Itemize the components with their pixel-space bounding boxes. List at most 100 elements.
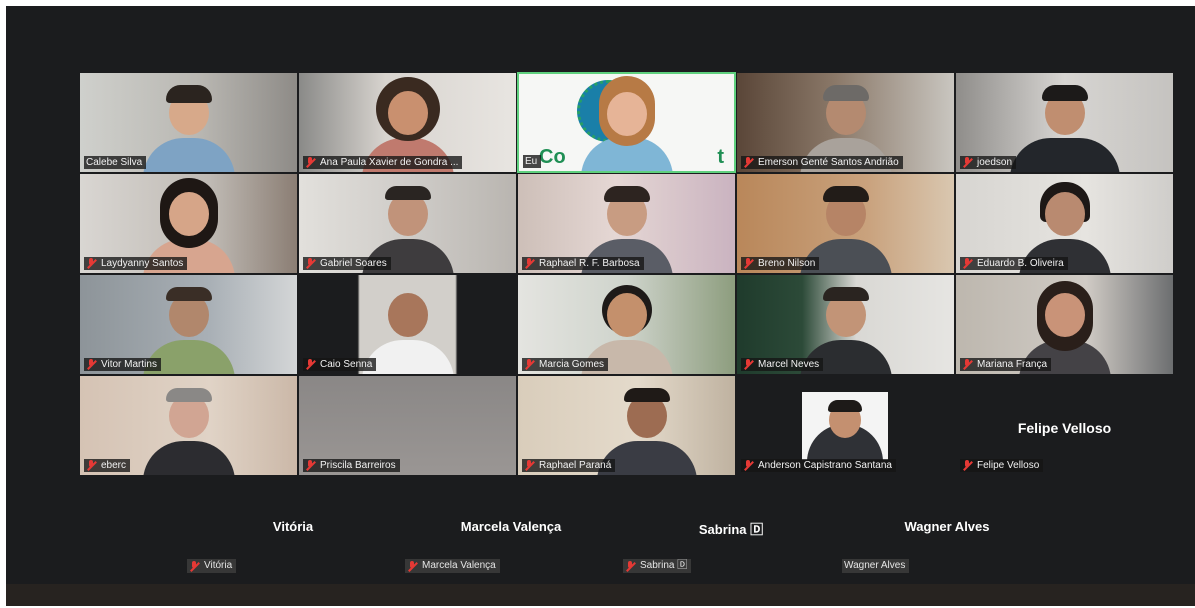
muted-mic-icon	[962, 157, 973, 168]
participant-name: Vitória	[204, 560, 233, 571]
video-tile[interactable]: joedson	[955, 72, 1174, 173]
muted-mic-icon	[189, 560, 200, 572]
participant-name-tag: Gabriel Soares	[303, 257, 391, 270]
participant-name: joedson	[977, 157, 1013, 168]
muted-mic-icon	[625, 560, 636, 572]
meeting-window: Calebe Silva Ana Paula Xavier de Gondra …	[6, 6, 1195, 606]
participant-name-tag: Eduardo B. Oliveira	[960, 257, 1068, 270]
participant-display-name: Sabrina 🄳	[698, 522, 764, 537]
participant-name: Calebe Silva	[86, 157, 143, 168]
muted-mic-icon	[962, 258, 973, 269]
participant-name-tag: Raphael R. F. Barbosa	[522, 257, 644, 270]
muted-mic-icon	[305, 157, 316, 168]
participant-name: Gabriel Soares	[320, 258, 387, 269]
participant-name: Emerson Genté Santos Andrião	[758, 157, 899, 168]
participant-name: Breno Nilson	[758, 258, 816, 269]
participant-name-tag: Caio Senna	[303, 358, 377, 371]
video-tile[interactable]: Emerson Genté Santos Andrião	[736, 72, 955, 173]
toolbar-strip	[6, 584, 1195, 606]
video-tile[interactable]: Felipe Velloso Felipe Velloso	[955, 375, 1174, 476]
participant-name: Raphael R. F. Barbosa	[539, 258, 640, 269]
participant-name-tag[interactable]: Sabrina 🄳	[623, 559, 692, 573]
video-tile[interactable]: Raphael Paraná	[517, 375, 736, 476]
participant-name-tag: eberc	[84, 459, 131, 472]
participant-display-name: Marcela Valença	[460, 519, 562, 534]
participant-name-tag: Vitor Martins	[84, 358, 161, 371]
muted-mic-icon	[86, 359, 97, 370]
participant-name: eberc	[101, 460, 127, 471]
participant-name: Felipe Velloso	[977, 460, 1040, 471]
video-tile[interactable]: Breno Nilson	[736, 173, 955, 274]
participant-name: Eu	[525, 156, 538, 167]
participant-name: Ana Paula Xavier de Gondra ...	[320, 157, 459, 168]
video-gallery: Calebe Silva Ana Paula Xavier de Gondra …	[79, 72, 1174, 476]
participant-name-tag: Laydyanny Santos	[84, 257, 188, 270]
participant-name-tag: Anderson Capistrano Santana	[741, 459, 896, 472]
participant-name: Vitor Martins	[101, 359, 157, 370]
participant-name: Marcel Neves	[758, 359, 820, 370]
participant-display-name: Vitória	[272, 519, 314, 534]
video-tile[interactable]: Marcia Gomes	[517, 274, 736, 375]
participant-name-tag: Priscila Barreiros	[303, 459, 400, 472]
participant-name-tag: Eu	[523, 155, 542, 168]
video-tile[interactable]: Gabriel Soares	[298, 173, 517, 274]
muted-mic-icon	[743, 460, 754, 471]
participant-name-tag[interactable]: Wagner Alves	[842, 559, 910, 573]
participant-display-name: Wagner Alves	[904, 519, 990, 534]
participant-name-tag: Raphael Paraná	[522, 459, 616, 472]
video-tile-active-speaker[interactable]: Co t Eu	[517, 72, 736, 173]
video-tile[interactable]: Ana Paula Xavier de Gondra ...	[298, 72, 517, 173]
participant-name-tag: Marcia Gomes	[522, 358, 609, 371]
participant-name-tag: Calebe Silva	[84, 156, 147, 169]
participant-name-tag: Felipe Velloso	[960, 459, 1044, 472]
video-tile[interactable]: Priscila Barreiros	[298, 375, 517, 476]
participant-name: Raphael Paraná	[539, 460, 612, 471]
participant-name-tag: Mariana França	[960, 358, 1052, 371]
participant-name: Mariana França	[977, 359, 1048, 370]
video-tile[interactable]: Marcel Neves	[736, 274, 955, 375]
participant-name: Marcia Gomes	[539, 359, 605, 370]
muted-mic-icon	[86, 460, 97, 471]
muted-mic-icon	[305, 359, 316, 370]
video-tile[interactable]: Caio Senna	[298, 274, 517, 375]
participant-name: Priscila Barreiros	[320, 460, 396, 471]
muted-mic-icon	[524, 460, 535, 471]
muted-mic-icon	[743, 157, 754, 168]
participant-name: Caio Senna	[320, 359, 373, 370]
muted-mic-icon	[305, 258, 316, 269]
video-tile[interactable]: Mariana França	[955, 274, 1174, 375]
muted-mic-icon	[524, 258, 535, 269]
participant-name: Laydyanny Santos	[101, 258, 184, 269]
participant-name-tag[interactable]: Vitória	[187, 559, 237, 573]
video-tile[interactable]: eberc	[79, 375, 298, 476]
participant-name: Marcela Valença	[422, 560, 496, 571]
muted-mic-icon	[305, 460, 316, 471]
muted-mic-icon	[962, 460, 973, 471]
participant-display-name: Felipe Velloso	[1017, 420, 1112, 436]
logo-text-mark: t	[717, 146, 724, 168]
participant-name: Eduardo B. Oliveira	[977, 258, 1064, 269]
video-tile[interactable]: Raphael R. F. Barbosa	[517, 173, 736, 274]
participant-name-tag: joedson	[960, 156, 1017, 169]
muted-mic-icon	[407, 560, 418, 572]
muted-mic-icon	[962, 359, 973, 370]
participant-name: Anderson Capistrano Santana	[758, 460, 892, 471]
participant-name-tag: Emerson Genté Santos Andrião	[741, 156, 903, 169]
participant-name: Wagner Alves	[844, 560, 906, 571]
participant-name-tag[interactable]: Marcela Valença	[405, 559, 500, 573]
participant-name-tag: Ana Paula Xavier de Gondra ...	[303, 156, 463, 169]
participant-name-tag: Breno Nilson	[741, 257, 820, 270]
muted-mic-icon	[743, 258, 754, 269]
profile-picture	[802, 392, 888, 460]
muted-mic-icon	[743, 359, 754, 370]
video-tile[interactable]: Laydyanny Santos	[79, 173, 298, 274]
participant-name-tag: Marcel Neves	[741, 358, 824, 371]
logo-text-mark: Co	[539, 146, 566, 168]
muted-mic-icon	[86, 258, 97, 269]
video-tile[interactable]: Calebe Silva	[79, 72, 298, 173]
video-tile[interactable]: Anderson Capistrano Santana	[736, 375, 955, 476]
muted-mic-icon	[524, 359, 535, 370]
video-tile[interactable]: Vitor Martins	[79, 274, 298, 375]
video-tile[interactable]: Eduardo B. Oliveira	[955, 173, 1174, 274]
participant-name: Sabrina 🄳	[640, 560, 688, 571]
